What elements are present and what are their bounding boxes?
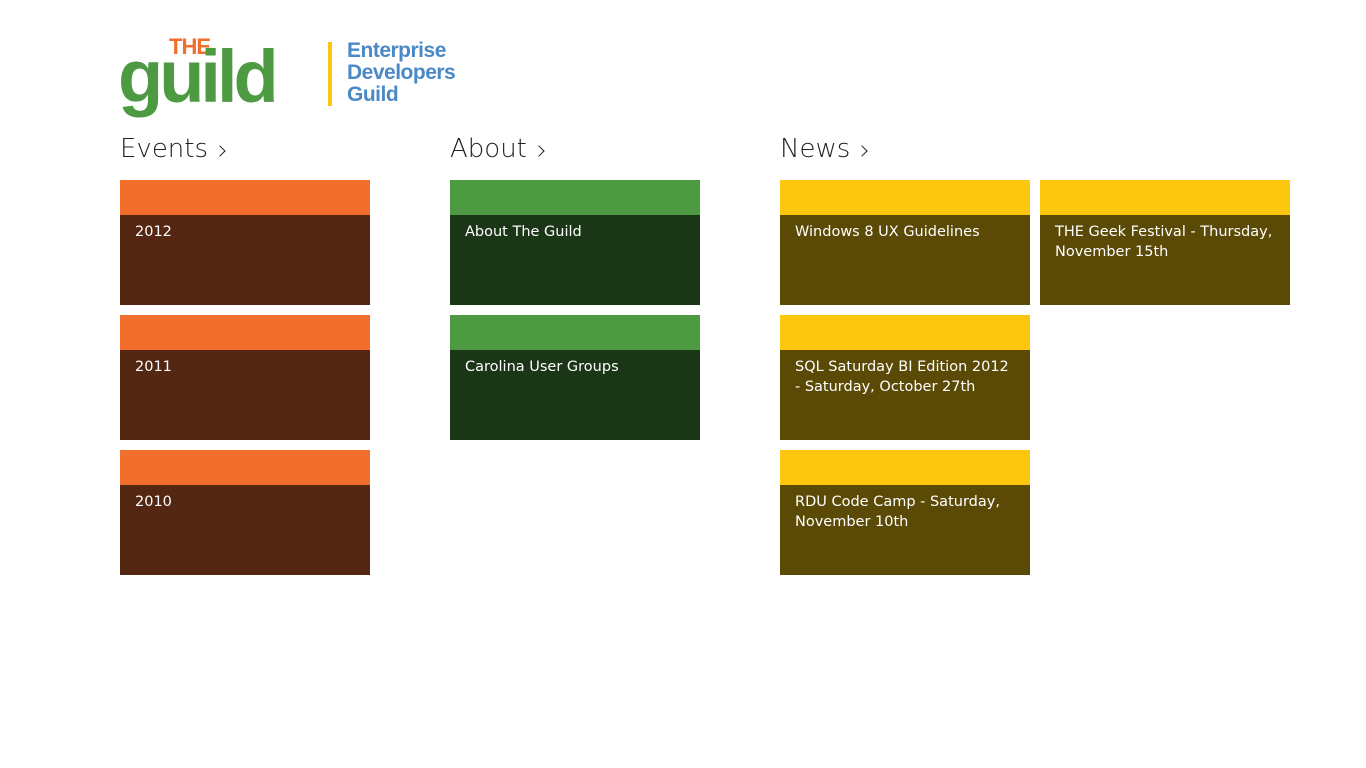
tile-body: Windows 8 UX Guidelines [780,215,1030,305]
tile-band [1040,180,1290,215]
chevron-right-icon [856,145,868,157]
logo-tagline: Enterprise Developers Guild [347,39,456,106]
news-title: News [780,134,851,164]
tile-band [780,180,1030,215]
tile-label: About The Guild [465,224,582,240]
logo-line-developers: Developers [347,61,456,84]
tile-body: RDU Code Camp - Saturday, November 10th [780,485,1030,575]
about-tile-carolina-user-groups[interactable]: Carolina User Groups [450,315,700,440]
tile-band [120,315,370,350]
tile-label: 2011 [135,359,172,375]
news-tile-sql-saturday[interactable]: SQL Saturday BI Edition 2012 - Saturday,… [780,315,1030,440]
about-title: About [450,134,527,164]
guild-logo: THE guild Enterprise Developers Guild [118,35,480,126]
logo-line-guild: Guild [347,83,399,106]
tile-band [120,180,370,215]
events-title: Events [120,134,209,164]
tile-label: Windows 8 UX Guidelines [795,224,980,240]
about-tile-about-the-guild[interactable]: About The Guild [450,180,700,305]
tile-body: 2010 [120,485,370,575]
events-tile-2012[interactable]: 2012 [120,180,370,305]
tile-body: About The Guild [450,215,700,305]
tile-label: RDU Code Camp - Saturday, November 10th [795,494,1000,530]
news-tile-windows-8-ux[interactable]: Windows 8 UX Guidelines [780,180,1030,305]
tile-band [780,315,1030,350]
tile-label: SQL Saturday BI Edition 2012 - Saturday,… [795,359,1009,395]
tile-label: Carolina User Groups [465,359,619,375]
tile-label: THE Geek Festival - Thursday, November 1… [1055,224,1273,260]
tile-label: 2012 [135,224,172,240]
tile-label: 2010 [135,494,172,510]
news-tile-rdu-code-camp[interactable]: RDU Code Camp - Saturday, November 10th [780,450,1030,575]
tile-body: Carolina User Groups [450,350,700,440]
logo-line-enterprise: Enterprise [347,39,446,62]
tile-band [450,180,700,215]
tile-body: 2012 [120,215,370,305]
tile-body: THE Geek Festival - Thursday, November 1… [1040,215,1290,305]
logo-guild-text: guild [118,35,279,118]
about-section-header[interactable]: About [450,134,545,164]
tile-band [780,450,1030,485]
news-tile-geek-festival[interactable]: THE Geek Festival - Thursday, November 1… [1040,180,1290,305]
events-tile-2010[interactable]: 2010 [120,450,370,575]
news-section-header[interactable]: News [780,134,868,164]
logo-divider [328,42,332,106]
events-section-header[interactable]: Events [120,134,226,164]
tile-body: 2011 [120,350,370,440]
tile-body: SQL Saturday BI Edition 2012 - Saturday,… [780,350,1030,440]
chevron-right-icon [533,145,545,157]
tile-band [450,315,700,350]
chevron-right-icon [214,145,226,157]
events-tile-2011[interactable]: 2011 [120,315,370,440]
app-hub: THE guild Enterprise Developers Guild Ev… [0,0,1366,768]
tile-band [120,450,370,485]
